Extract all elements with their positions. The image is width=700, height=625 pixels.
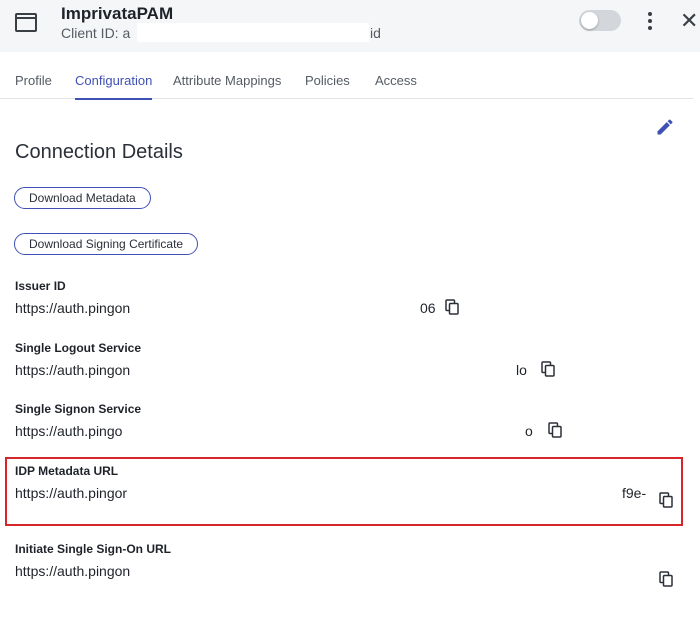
app-title: ImprivataPAM bbox=[61, 4, 174, 23]
download-signing-certificate-button[interactable]: Download Signing Certificate bbox=[14, 233, 199, 255]
single-logout-service-value-end: lo bbox=[516, 362, 527, 378]
copy-icon[interactable] bbox=[548, 422, 562, 438]
window-icon bbox=[15, 13, 37, 32]
single-logout-service-label: Single Logout Service bbox=[15, 341, 142, 355]
issuer-id-value-end: 06 bbox=[420, 300, 436, 316]
tab-configuration[interactable]: Configuration bbox=[75, 73, 153, 100]
copy-icon[interactable] bbox=[659, 492, 673, 508]
idp-metadata-url-value: https://auth.pingor bbox=[15, 485, 128, 501]
client-id-suffix: id bbox=[370, 25, 381, 41]
single-signon-service-value: https://auth.pingo bbox=[15, 423, 123, 439]
copy-icon[interactable] bbox=[541, 361, 555, 377]
client-id-prefix: Client ID: a bbox=[61, 25, 131, 41]
issuer-id-label: Issuer ID bbox=[15, 279, 66, 293]
tab-bar: Profile Configuration Attribute Mappings… bbox=[0, 73, 693, 100]
single-logout-service-value: https://auth.pingon bbox=[15, 362, 131, 378]
section-title: Connection Details bbox=[15, 141, 183, 163]
download-metadata-button[interactable]: Download Metadata bbox=[14, 187, 151, 209]
issuer-id-value: https://auth.pingon bbox=[15, 300, 131, 316]
tab-profile[interactable]: Profile bbox=[15, 73, 52, 99]
single-signon-service-label: Single Signon Service bbox=[15, 402, 142, 416]
tab-attribute-mappings[interactable]: Attribute Mappings bbox=[173, 73, 281, 99]
close-icon[interactable]: ✕ bbox=[680, 6, 700, 36]
copy-icon[interactable] bbox=[659, 571, 673, 587]
client-id-redaction bbox=[137, 23, 369, 42]
initiate-sso-url-label: Initiate Single Sign-On URL bbox=[15, 542, 171, 556]
tab-access[interactable]: Access bbox=[375, 73, 417, 99]
idp-metadata-url-value-end: f9e- bbox=[622, 485, 647, 501]
enable-toggle[interactable] bbox=[579, 10, 621, 31]
tab-policies[interactable]: Policies bbox=[305, 73, 350, 99]
idp-metadata-url-label: IDP Metadata URL bbox=[15, 464, 119, 478]
pencil-icon[interactable] bbox=[655, 117, 675, 137]
copy-icon[interactable] bbox=[445, 299, 459, 315]
single-signon-service-value-end: o bbox=[525, 423, 533, 439]
initiate-sso-url-value: https://auth.pingon bbox=[15, 563, 131, 579]
kebab-menu-icon[interactable] bbox=[643, 8, 657, 34]
app-header: ImprivataPAM Client ID: a id ✕ bbox=[0, 0, 700, 52]
toggle-knob bbox=[581, 12, 598, 29]
